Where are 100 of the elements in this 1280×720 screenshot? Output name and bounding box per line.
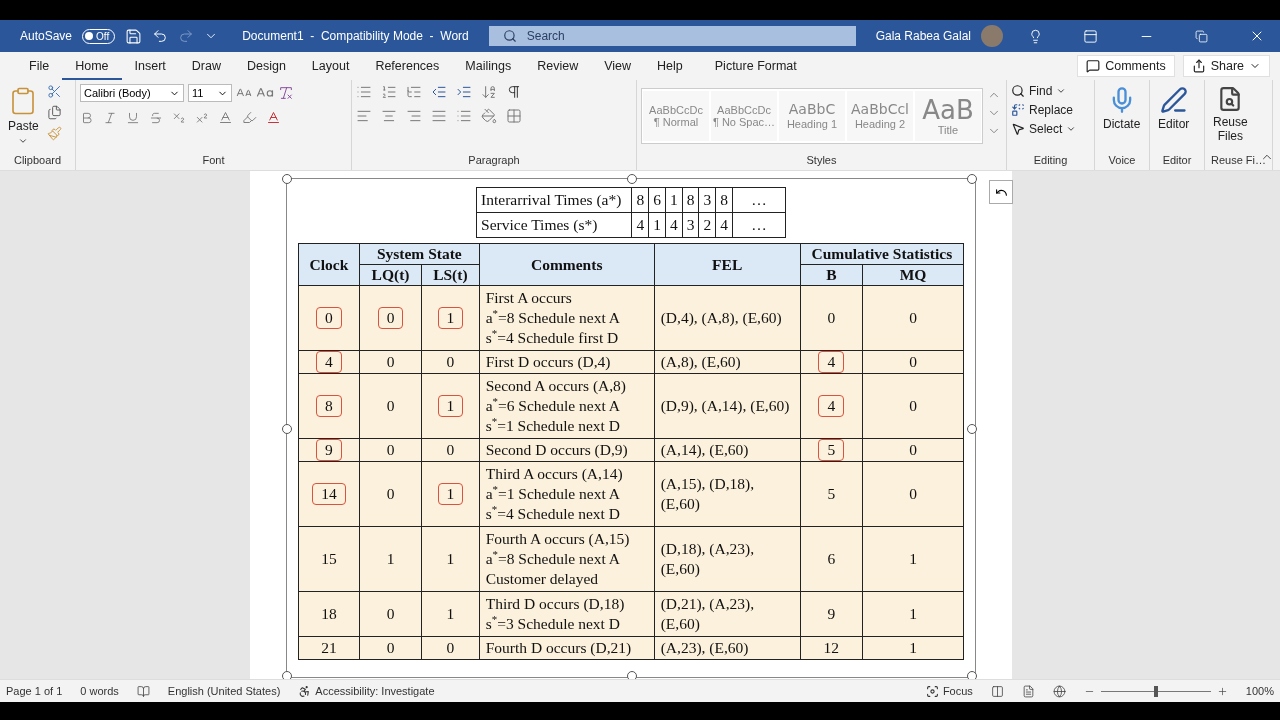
ribbon-tab[interactable]: Layout <box>298 52 363 80</box>
table-cell-text: 0 <box>908 352 918 372</box>
table-cell: 4 <box>665 212 683 238</box>
font-size-field[interactable]: 11 <box>188 84 232 102</box>
table-cell-text: 1 <box>445 549 456 569</box>
text-effects-icon[interactable] <box>218 110 233 125</box>
italic-icon[interactable] <box>103 110 117 125</box>
table-cell: 4 <box>316 351 342 373</box>
print-layout-icon[interactable] <box>1021 684 1035 698</box>
underline-icon[interactable] <box>126 110 140 125</box>
table-cell-text: 1 <box>445 604 456 624</box>
style-item[interactable]: AaBbCcl Heading 2 <box>847 91 913 141</box>
ribbon-tab[interactable]: Review <box>524 52 592 80</box>
sort-icon[interactable] <box>481 84 497 100</box>
web-layout-icon[interactable] <box>1052 684 1066 698</box>
table-cell: 1 <box>665 187 683 213</box>
line-spacing-icon[interactable] <box>456 108 472 124</box>
table-cell-text: 0 <box>445 352 456 372</box>
zoom-slider-thumb[interactable] <box>1153 685 1158 697</box>
ribbon-tab[interactable]: File <box>16 52 63 80</box>
focus-button[interactable]: Focus <box>942 685 973 697</box>
ribbon-tab[interactable]: Design <box>233 52 299 80</box>
speech-bubble-icon <box>1086 59 1101 73</box>
borders-icon[interactable] <box>506 108 522 124</box>
accessibility-icon <box>298 684 312 698</box>
style-item[interactable]: AaB Title <box>915 91 981 141</box>
resize-handle[interactable] <box>282 174 292 184</box>
ribbon-tab[interactable]: References <box>362 52 453 80</box>
format-painter-icon[interactable] <box>46 126 62 141</box>
layout-options-button[interactable] <box>989 180 1013 204</box>
editor-button[interactable]: Editor <box>1154 84 1194 154</box>
ribbon-tab[interactable]: Insert <box>121 52 179 80</box>
resize-handle[interactable] <box>967 424 977 434</box>
save-icon[interactable] <box>125 27 143 45</box>
comments-button[interactable]: Comments <box>1077 55 1175 77</box>
font-name-field[interactable]: Calibri (Body) <box>80 84 184 102</box>
numbering-icon[interactable] <box>381 84 397 100</box>
table-cell: … <box>732 187 786 213</box>
zoom-level[interactable]: 100% <box>1245 685 1274 697</box>
table-cell-text: 0 <box>385 440 396 460</box>
subscript-icon[interactable] <box>172 110 186 125</box>
ribbon-tab[interactable]: Draw <box>178 52 234 80</box>
table-cell-text: 21 <box>320 638 338 658</box>
table-cell-text: 0 <box>385 604 396 624</box>
paste-button[interactable]: Paste <box>4 84 43 154</box>
style-item[interactable]: AaBbC Heading 1 <box>779 91 845 141</box>
table-cell-text: 0 <box>908 396 918 416</box>
resize-handle[interactable] <box>967 174 977 184</box>
resize-handle[interactable] <box>282 424 292 434</box>
replace-icon <box>1011 103 1025 117</box>
font-color-icon[interactable] <box>266 110 281 125</box>
find-button[interactable]: Find <box>1011 84 1067 98</box>
superscript-icon[interactable] <box>195 110 209 125</box>
undo-icon[interactable] <box>152 28 169 44</box>
bold-icon[interactable] <box>80 110 94 125</box>
redo-icon[interactable] <box>178 28 195 44</box>
restore-icon[interactable] <box>1195 29 1209 43</box>
highlighter-icon[interactable] <box>242 110 257 125</box>
search-field[interactable]: Search <box>488 26 856 46</box>
table-cell-text: 6 <box>826 549 837 569</box>
zoom-in-icon[interactable] <box>1216 685 1228 697</box>
caret-icon <box>1056 86 1067 96</box>
table-cell-text: Third A occurs (A,14) a$^{*}$=1 Schedule next A s$^{*}$=4 Schedule next D <box>484 464 624 524</box>
table-cell-text: Third D occurs (D,18) s$^{*}$=3 Schedule next D <box>484 594 626 634</box>
justify-icon[interactable] <box>431 108 447 124</box>
share-button[interactable]: Share <box>1182 55 1270 77</box>
table-cell-text: 0 <box>908 484 918 504</box>
ribbon-tab[interactable]: View <box>591 52 645 80</box>
read-mode-icon[interactable] <box>990 684 1004 698</box>
proofing-icon[interactable] <box>136 684 150 698</box>
align-center-icon[interactable] <box>381 108 397 124</box>
bullets-icon[interactable] <box>356 84 372 100</box>
search-icon <box>502 29 517 43</box>
align-left-icon[interactable] <box>356 108 372 124</box>
reuse-files-button[interactable]: Reuse Files <box>1209 84 1252 154</box>
shading-icon[interactable] <box>481 108 497 124</box>
dictate-button[interactable]: Dictate <box>1099 84 1145 154</box>
column-header: Clock <box>298 243 360 286</box>
cut-icon[interactable] <box>46 84 62 99</box>
multilevel-list-icon[interactable] <box>406 84 422 100</box>
replace-button[interactable]: Replace <box>1011 103 1074 117</box>
language-label[interactable]: English (United States) <box>167 685 281 697</box>
strikethrough-icon[interactable] <box>149 110 163 125</box>
table-cell-text: 0 <box>908 308 918 328</box>
ribbon-tab[interactable]: Mailings <box>452 52 525 80</box>
increase-indent-icon[interactable] <box>456 84 472 100</box>
accessibility-status[interactable]: Accessibility: Investigate <box>315 685 435 697</box>
align-right-icon[interactable] <box>406 108 422 124</box>
column-header: Cumulative Statistics <box>800 243 964 265</box>
select-button[interactable]: Select <box>1011 122 1077 136</box>
table-cell-text: (D,4), (A,8), (E,60) <box>659 308 783 328</box>
decrease-indent-icon[interactable] <box>431 84 447 100</box>
ribbon-tab[interactable]: Help <box>644 52 696 80</box>
group-label: Editing <box>1032 154 1069 168</box>
clear-formatting-icon[interactable] <box>278 85 294 101</box>
copy-icon[interactable] <box>46 105 62 120</box>
resize-handle[interactable] <box>627 174 637 184</box>
pilcrow-icon[interactable] <box>506 84 522 100</box>
ribbon-display-icon[interactable] <box>1083 28 1099 44</box>
ribbon-tab[interactable]: Picture Format <box>701 52 810 80</box>
